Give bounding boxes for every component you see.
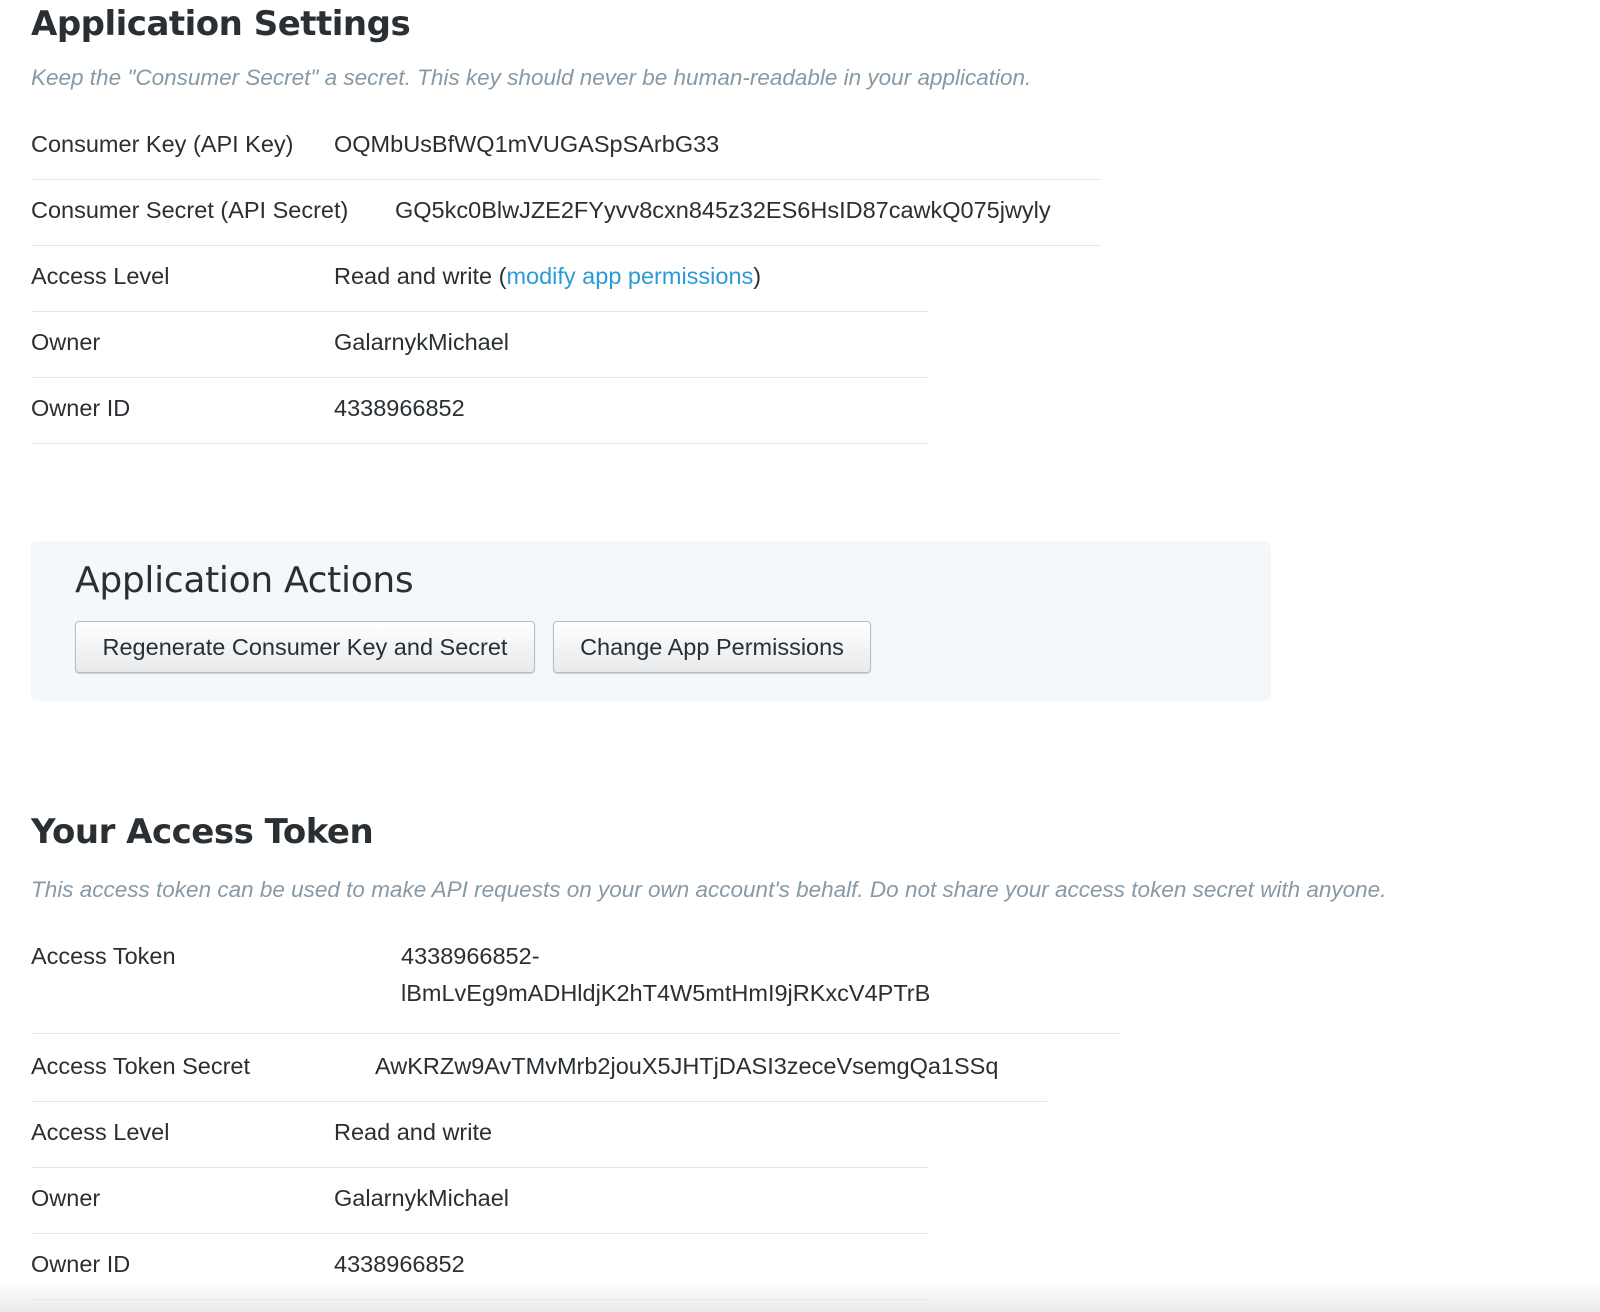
access-token-value-line2: lBmLvEg9mADHldjK2hT4W5mtHmI9jRKxcV4PTrB [401,980,931,1006]
app-settings-title: Application Settings [31,4,411,44]
access-token-value-line1: 4338966852- [401,943,540,969]
token-owner-label: Owner [31,1185,101,1211]
token-owner-id-value: 4338966852 [334,1251,465,1277]
app-access-level-value: Read and write (modify app permissions) [334,263,762,289]
app-owner-label: Owner [31,329,101,355]
app-settings-description: Keep the "Consumer Secret" a secret. Thi… [31,65,1032,90]
consumer-key-label: Consumer Key (API Key) [31,131,294,157]
change-app-permissions-button[interactable]: Change App Permissions [553,621,871,673]
token-owner-row: Owner GalarnykMichael [31,1168,928,1234]
app-owner-row: Owner GalarnykMichael [31,312,928,378]
app-actions-title: Application Actions [75,560,414,601]
consumer-key-value: OQMbUsBfWQ1mVUGASpSArbG33 [334,131,720,157]
access-token-row: Access Token 4338966852- lBmLvEg9mADHldj… [31,924,1119,1034]
app-access-level-text: Read and write [334,263,493,289]
token-access-level-value: Read and write [334,1119,493,1145]
access-token-secret-label: Access Token Secret [31,1053,251,1079]
consumer-key-row: Consumer Key (API Key) OQMbUsBfWQ1mVUGAS… [31,112,1101,180]
access-token-description: This access token can be used to make AP… [31,877,1387,902]
token-owner-value: GalarnykMichael [334,1185,510,1211]
access-token-secret-row: Access Token Secret AwKRZw9AvTMvMrb2jouX… [31,1034,1047,1102]
app-owner-value: GalarnykMichael [334,329,510,355]
regenerate-keys-button[interactable]: Regenerate Consumer Key and Secret [75,621,535,673]
consumer-secret-label: Consumer Secret (API Secret) [31,197,349,223]
token-owner-id-label: Owner ID [31,1251,131,1277]
consumer-secret-row: Consumer Secret (API Secret) GQ5kc0BlwJZ… [31,180,1101,246]
app-access-level-label: Access Level [31,263,170,289]
consumer-secret-value: GQ5kc0BlwJZE2FYyvv8cxn845z32ES6HsID87caw… [395,197,1051,223]
access-token-secret-value: AwKRZw9AvTMvMrb2jouX5JHTjDASI3zeceVsemgQ… [375,1053,999,1079]
access-token-table: Access Token 4338966852- lBmLvEg9mADHldj… [31,924,1119,1300]
access-token-value: 4338966852- lBmLvEg9mADHldjK2hT4W5mtHmI9… [401,943,930,1006]
app-owner-id-label: Owner ID [31,395,131,421]
app-settings-table: Consumer Key (API Key) OQMbUsBfWQ1mVUGAS… [31,112,1101,444]
modify-app-permissions-link[interactable]: modify app permissions [506,263,753,289]
app-owner-id-row: Owner ID 4338966852 [31,378,928,444]
app-owner-id-value: 4338966852 [334,395,465,421]
app-actions-panel: Application Actions Regenerate Consumer … [31,541,1271,701]
app-access-level-row: Access Level Read and write (modify app … [31,246,928,312]
token-access-level-label: Access Level [31,1119,170,1145]
bottom-scroll-fade [0,1282,1600,1312]
access-token-title: Your Access Token [31,812,374,852]
access-token-label: Access Token [31,943,176,969]
token-access-level-row: Access Level Read and write [31,1102,928,1168]
